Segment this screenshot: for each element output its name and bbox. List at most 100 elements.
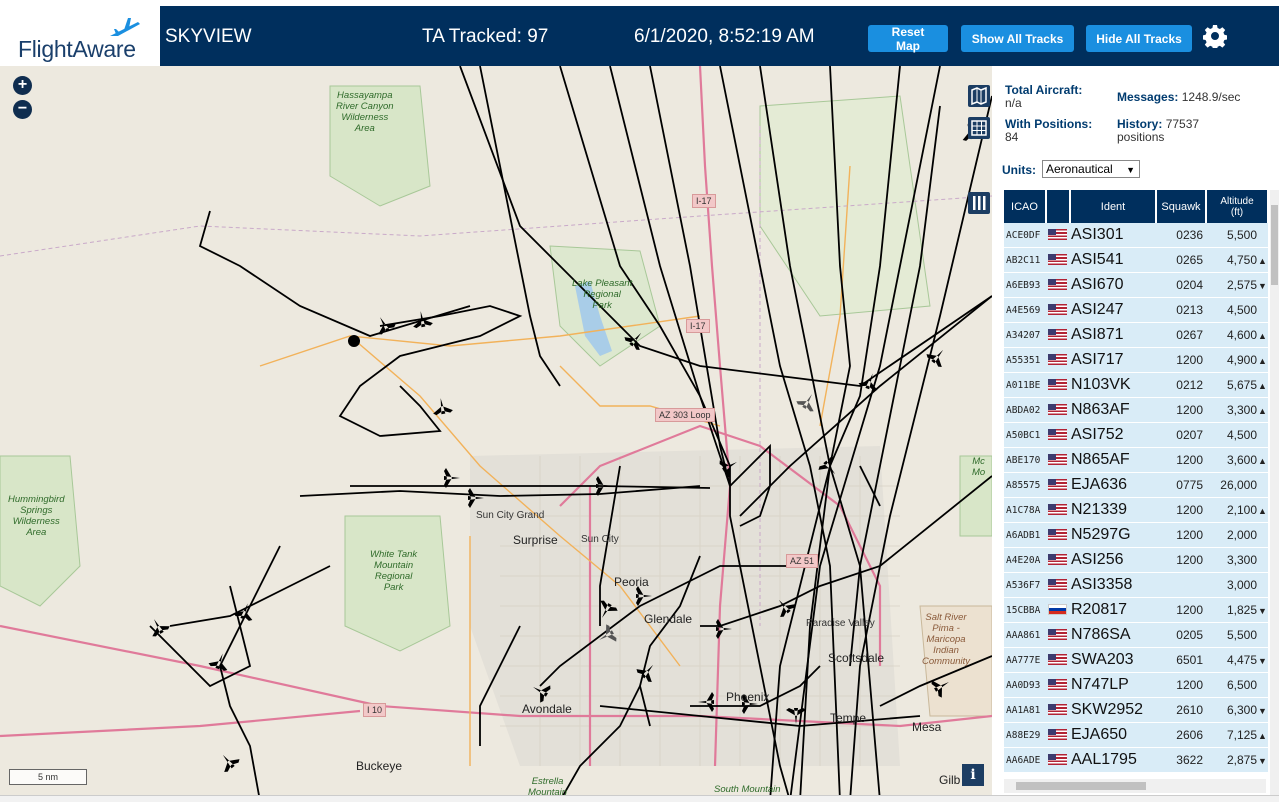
- grid-icon[interactable]: [968, 117, 990, 139]
- cell-altitude: 4,500: [1206, 422, 1268, 448]
- table-row[interactable]: A4E569 ASI247 0213 4,500: [1004, 297, 1268, 323]
- aircraft-panel: Total Aircraft: n/a With Positions: 84 M…: [992, 66, 1279, 801]
- column-header-altitude[interactable]: Altitude (ft): [1206, 190, 1268, 223]
- cell-flag: [1046, 697, 1070, 723]
- table-row[interactable]: 15CBBA R20817 1200 1,825▼: [1004, 597, 1268, 623]
- altitude-trend-icon: ▼: [1258, 756, 1267, 766]
- road-sign-i17: I-17: [692, 194, 716, 208]
- column-header-icao[interactable]: ICAO: [1004, 190, 1047, 223]
- altitude-trend-icon: ▼: [1258, 606, 1267, 616]
- altitude-trend-icon: ▼: [1258, 656, 1267, 666]
- us-flag-icon: [1048, 229, 1067, 241]
- table-row[interactable]: A1C78A N21339 1200 2,100▲: [1004, 497, 1268, 523]
- table-row[interactable]: AA6ADE AAL1795 3622 2,875▼: [1004, 747, 1268, 773]
- city-label-peoria: Peoria: [614, 575, 649, 589]
- table-row[interactable]: A34207 ASI871 0267 4,600▲: [1004, 322, 1268, 348]
- table-row[interactable]: A6EB93 ASI670 0204 2,575▼: [1004, 272, 1268, 298]
- cell-icao: AA6ADE: [1004, 747, 1046, 773]
- cell-ident: N21339: [1070, 497, 1156, 523]
- cell-ident: R20817: [1070, 597, 1156, 623]
- table-row[interactable]: ABDA02 N863AF 1200 3,300▲: [1004, 397, 1268, 423]
- vertical-scrollbar[interactable]: [1270, 190, 1279, 801]
- flightaware-logo[interactable]: FlightAware: [0, 6, 160, 66]
- table-row[interactable]: ACE0DF ASI301 0236 5,500: [1004, 223, 1268, 248]
- horizontal-scrollbar[interactable]: [1004, 779, 1266, 793]
- us-flag-icon: [1048, 554, 1067, 566]
- column-header-ident[interactable]: Ident: [1070, 190, 1157, 223]
- messages-stat: Messages: 1248.9/sec: [1117, 91, 1240, 104]
- cell-altitude: 3,300▲: [1206, 397, 1268, 423]
- scrollbar-thumb[interactable]: [1016, 782, 1146, 790]
- map-view[interactable]: + − Hassayampa River Canyon Wilderness A…: [0, 66, 992, 801]
- cell-ident: N865AF: [1070, 447, 1156, 473]
- cell-squawk: 1200: [1156, 547, 1206, 573]
- app-title: SKYVIEW: [165, 26, 252, 47]
- table-row[interactable]: ABE170 N865AF 1200 3,600▲: [1004, 447, 1268, 473]
- altitude-trend-icon: ▼: [1258, 281, 1267, 291]
- table-row[interactable]: AAA861 N786SA 0205 5,500: [1004, 622, 1268, 648]
- altitude-trend-icon: ▲: [1258, 456, 1267, 466]
- table-row[interactable]: A011BE N103VK 0212 5,675▲: [1004, 372, 1268, 398]
- cell-altitude: 2,875▼: [1206, 747, 1268, 773]
- table-row[interactable]: A85575 EJA636 0775 26,000: [1004, 472, 1268, 498]
- with-positions-label: With Positions:: [1005, 117, 1093, 131]
- cell-ident: ASI871: [1070, 322, 1156, 348]
- us-flag-icon: [1048, 479, 1067, 491]
- table-row[interactable]: AA0D93 N747LP 1200 6,500: [1004, 672, 1268, 698]
- park-label-mcdowell: Mc Mo: [972, 456, 986, 478]
- us-flag-icon: [1048, 454, 1067, 466]
- aircraft-table-container[interactable]: ICAO Ident Squawk Altitude (ft) ACE0DF AS…: [1004, 190, 1268, 780]
- cell-icao: ACE0DF: [1004, 223, 1046, 248]
- cell-squawk: 1200: [1156, 397, 1206, 423]
- cell-ident: ASI752: [1070, 422, 1156, 448]
- altitude-value: 2,875: [1226, 753, 1257, 767]
- table-row[interactable]: AB2C11 ASI541 0265 4,750▲: [1004, 247, 1268, 273]
- altitude-value: 2,575: [1226, 278, 1257, 292]
- cell-ident: ASI247: [1070, 297, 1156, 323]
- table-row[interactable]: A88E29 EJA650 2606 7,125▲: [1004, 722, 1268, 748]
- altitude-value: 5,500: [1226, 228, 1257, 242]
- city-label-paradise-valley: Paradise Valley: [806, 618, 875, 629]
- table-row[interactable]: A50BC1 ASI752 0207 4,500: [1004, 422, 1268, 448]
- cell-icao: 15CBBA: [1004, 597, 1046, 623]
- cell-ident: ASI541: [1070, 247, 1156, 273]
- info-icon[interactable]: i: [962, 764, 984, 786]
- cell-squawk: 1200: [1156, 522, 1206, 548]
- show-all-tracks-button[interactable]: Show All Tracks: [961, 25, 1074, 52]
- cell-ident: ASI301: [1070, 223, 1156, 248]
- table-row[interactable]: A536F7 ASI3358 3,000: [1004, 572, 1268, 598]
- column-header-flag[interactable]: [1046, 190, 1071, 223]
- hide-all-tracks-button[interactable]: Hide All Tracks: [1086, 25, 1192, 52]
- gear-icon[interactable]: [1203, 24, 1227, 48]
- total-aircraft-value: n/a: [1005, 96, 1022, 110]
- altitude-value: 26,000: [1220, 478, 1257, 492]
- cell-ident: ASI256: [1070, 547, 1156, 573]
- city-label-sun-city-grand: Sun City Grand: [476, 510, 545, 521]
- table-row[interactable]: A6ADB1 N5297G 1200 2,000: [1004, 522, 1268, 548]
- table-row[interactable]: AA1A81 SKW2952 2610 6,300▼: [1004, 697, 1268, 723]
- table-row[interactable]: A55351 ASI717 1200 4,900▲: [1004, 347, 1268, 373]
- cell-flag: [1046, 223, 1070, 248]
- altitude-trend-icon: ▲: [1258, 506, 1267, 516]
- units-select[interactable]: Aeronautical ▼: [1042, 160, 1140, 178]
- reset-map-button[interactable]: Reset Map: [868, 25, 948, 53]
- zoom-out-button[interactable]: −: [13, 100, 32, 119]
- map-layers-icon[interactable]: [968, 85, 990, 107]
- header-top-line: [0, 0, 1279, 6]
- us-flag-icon: [1048, 429, 1067, 441]
- column-header-squawk[interactable]: Squawk: [1156, 190, 1207, 223]
- table-row[interactable]: A4E20A ASI256 1200 3,300: [1004, 547, 1268, 573]
- columns-toggle-icon[interactable]: [968, 192, 990, 214]
- cell-squawk: 0204: [1156, 272, 1206, 298]
- us-flag-icon: [1048, 579, 1067, 591]
- with-positions-value: 84: [1005, 130, 1019, 144]
- ta-tracked-count: TA Tracked: 97: [422, 26, 549, 47]
- zoom-in-button[interactable]: +: [13, 76, 32, 95]
- altitude-value: 5,675: [1226, 378, 1257, 392]
- cell-flag: [1046, 422, 1070, 448]
- cell-squawk: 0213: [1156, 297, 1206, 323]
- messages-label: Messages:: [1117, 90, 1179, 104]
- map-canvas[interactable]: [0, 66, 992, 801]
- table-row[interactable]: AA777E SWA203 6501 4,475▼: [1004, 647, 1268, 673]
- scrollbar-thumb[interactable]: [1271, 205, 1278, 285]
